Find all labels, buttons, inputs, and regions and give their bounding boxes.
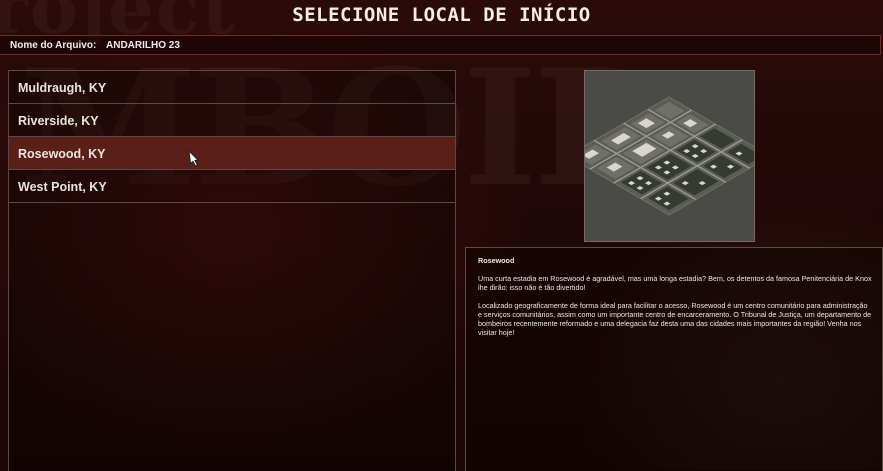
file-name-label: Nome do Arquivo:	[10, 40, 97, 51]
page-title: SELECIONE LOCAL DE INÍCIO	[292, 4, 591, 26]
location-label: West Point, KY	[18, 180, 107, 194]
hand-cursor-icon	[188, 150, 200, 167]
location-map-preview	[584, 70, 755, 242]
file-name-input[interactable]: ANDARILHO 23	[106, 40, 180, 51]
location-item-muldraugh[interactable]: Muldraugh, KY	[9, 71, 455, 104]
location-list: Muldraugh, KY Riverside, KY Rosewood, KY…	[8, 70, 456, 471]
location-label: Rosewood, KY	[18, 147, 106, 161]
location-item-riverside[interactable]: Riverside, KY	[9, 104, 455, 137]
description-title: Rosewood	[478, 256, 515, 265]
location-item-rosewood[interactable]: Rosewood, KY	[9, 137, 455, 170]
file-name-bar: Nome do Arquivo: ANDARILHO 23	[0, 35, 881, 55]
location-label: Muldraugh, KY	[18, 81, 107, 95]
city-map-icon	[585, 71, 754, 241]
description-paragraph-2: Localizado geograficamente de forma idea…	[478, 301, 872, 337]
description-paragraph-1: Uma curta estadia em Rosewood é agradáve…	[478, 274, 872, 292]
location-description-panel: Rosewood Uma curta estadia em Rosewood é…	[465, 247, 883, 471]
location-label: Riverside, KY	[18, 114, 99, 128]
location-item-west-point[interactable]: West Point, KY	[9, 170, 455, 203]
